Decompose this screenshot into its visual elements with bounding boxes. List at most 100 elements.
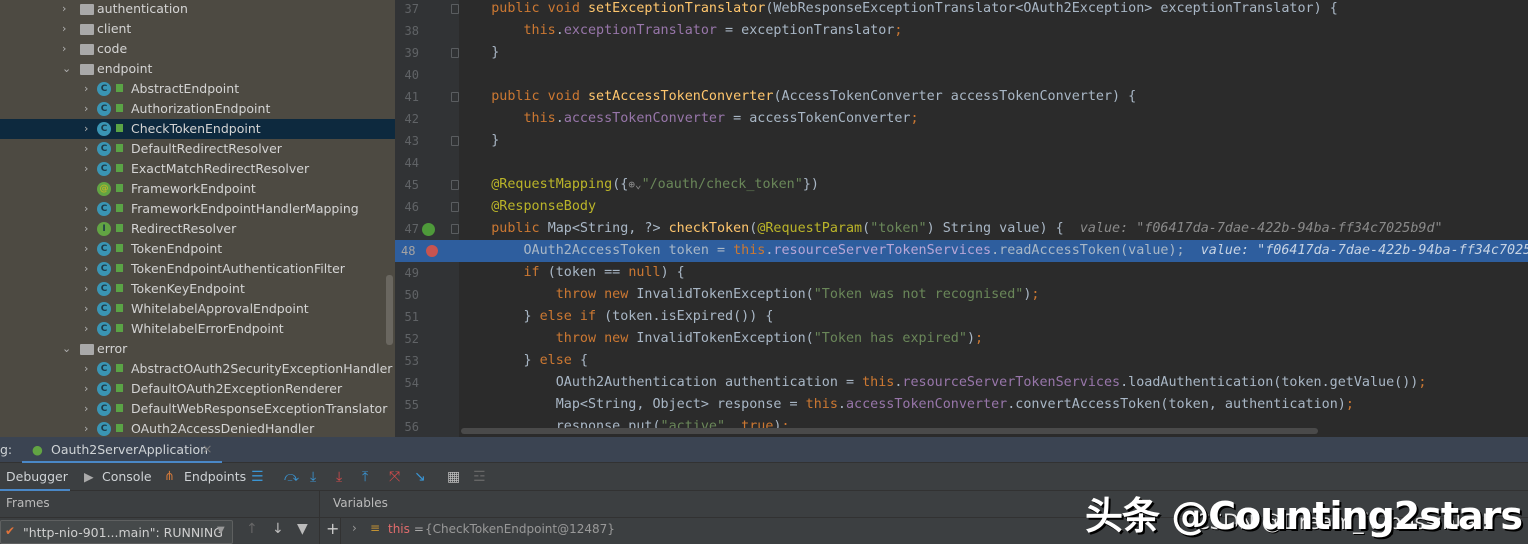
code-line[interactable]: this.exceptionTranslator = exceptionTran… bbox=[459, 20, 1528, 42]
tree-item[interactable]: › C DefaultRedirectResolver bbox=[0, 139, 395, 159]
tree-item[interactable]: › I RedirectResolver bbox=[0, 219, 395, 239]
chevron-right-icon[interactable]: › bbox=[84, 399, 88, 419]
code-line[interactable]: throw new InvalidTokenException("Token w… bbox=[459, 284, 1528, 306]
code-line[interactable]: throw new InvalidTokenException("Token h… bbox=[459, 328, 1528, 350]
chevron-right-icon[interactable]: › bbox=[84, 159, 88, 179]
code-line[interactable]: OAuth2Authentication authentication = th… bbox=[459, 372, 1528, 394]
code-token: { bbox=[579, 353, 588, 368]
chevron-right-icon[interactable]: › bbox=[84, 259, 88, 279]
step-over-icon[interactable]: ⤼ bbox=[284, 469, 299, 485]
code-line[interactable]: public Map<String, ?> checkToken (@Reques… bbox=[459, 218, 1528, 240]
arrow-up-icon[interactable]: ↑ bbox=[246, 521, 258, 537]
chevron-down-icon[interactable]: ⌄ bbox=[62, 59, 71, 79]
code-line[interactable]: this.accessTokenConverter = accessTokenC… bbox=[459, 108, 1528, 130]
run-to-cursor-icon[interactable]: ↘ bbox=[414, 469, 426, 485]
line-number: 39 bbox=[404, 46, 419, 60]
editor-horizontal-scrollbar[interactable] bbox=[461, 428, 1318, 434]
code-line[interactable]: } bbox=[459, 130, 1528, 152]
tree-item[interactable]: › C ExactMatchRedirectResolver bbox=[0, 159, 395, 179]
tree-item[interactable]: @ FrameworkEndpoint bbox=[0, 179, 395, 199]
fold-marker-icon[interactable] bbox=[451, 92, 459, 102]
code-line[interactable]: OAuth2AccessToken token = this.resourceS… bbox=[459, 240, 1528, 262]
tree-item[interactable]: › C FrameworkEndpointHandlerMapping bbox=[0, 199, 395, 219]
chevron-right-icon[interactable]: › bbox=[62, 0, 66, 19]
tree-item[interactable]: › C WhitelabelErrorEndpoint bbox=[0, 319, 395, 339]
tree-item[interactable]: › C WhitelabelApprovalEndpoint bbox=[0, 299, 395, 319]
tree-item[interactable]: › C OAuth2AccessDeniedHandler bbox=[0, 419, 395, 437]
request-mapping-icon[interactable] bbox=[422, 223, 435, 236]
evaluate-expression-icon[interactable]: ▦ bbox=[447, 469, 460, 485]
layout-menu-icon[interactable]: ☰ bbox=[251, 469, 264, 485]
chevron-right-icon[interactable]: › bbox=[84, 99, 88, 119]
fold-marker-icon[interactable] bbox=[451, 180, 459, 190]
filter-icon[interactable]: ▼ bbox=[297, 521, 308, 537]
code-line[interactable]: public void setExceptionTranslator(WebRe… bbox=[459, 0, 1528, 20]
expand-arrow-icon[interactable]: › bbox=[352, 521, 357, 535]
fold-marker-icon[interactable] bbox=[451, 4, 459, 14]
fold-marker-icon[interactable] bbox=[451, 224, 459, 234]
thread-select[interactable]: ✔ "http-nio-901...main": RUNNING ▼ bbox=[0, 520, 233, 544]
tree-scrollbar[interactable] bbox=[386, 275, 393, 345]
chevron-right-icon[interactable]: › bbox=[84, 359, 88, 379]
chevron-right-icon[interactable]: › bbox=[84, 379, 88, 399]
add-watch-icon[interactable]: + bbox=[326, 519, 339, 538]
code-line[interactable]: if (token == null) { bbox=[459, 262, 1528, 284]
chevron-right-icon[interactable]: › bbox=[84, 239, 88, 259]
tree-item[interactable]: › C AuthorizationEndpoint bbox=[0, 99, 395, 119]
session-tab[interactable]: ● Oauth2ServerApplication × bbox=[22, 437, 222, 463]
line-number: 49 bbox=[404, 266, 419, 280]
tree-item[interactable]: › client bbox=[0, 19, 395, 39]
code-line[interactable]: public void setAccessTokenConverter(Acce… bbox=[459, 86, 1528, 108]
chevron-right-icon[interactable]: › bbox=[84, 419, 88, 437]
tree-item[interactable]: › code bbox=[0, 39, 395, 59]
drop-frame-icon[interactable]: ⤧ bbox=[389, 469, 400, 485]
arrow-down-icon[interactable]: ↓ bbox=[272, 521, 284, 537]
chevron-right-icon[interactable]: › bbox=[84, 79, 88, 99]
chevron-right-icon[interactable]: › bbox=[84, 139, 88, 159]
code-line[interactable] bbox=[459, 152, 1528, 174]
tree-item[interactable]: ⌄ endpoint bbox=[0, 59, 395, 79]
tree-item[interactable]: › authentication bbox=[0, 0, 395, 19]
step-into-icon[interactable]: ⤓ bbox=[310, 469, 316, 485]
code-line[interactable]: Map<String, Object> response = this.acce… bbox=[459, 394, 1528, 416]
tree-item[interactable]: › C AbstractOAuth2SecurityExceptionHandler bbox=[0, 359, 395, 379]
chevron-right-icon[interactable]: › bbox=[84, 119, 88, 139]
close-icon[interactable]: × bbox=[202, 441, 212, 456]
tree-item[interactable]: › C TokenKeyEndpoint bbox=[0, 279, 395, 299]
tree-item[interactable]: ⌄ error bbox=[0, 339, 395, 359]
trace-icon[interactable]: ☲ bbox=[473, 469, 486, 485]
code-line[interactable]: } else if (token.isExpired()) { bbox=[459, 306, 1528, 328]
tree-item[interactable]: › C AbstractEndpoint bbox=[0, 79, 395, 99]
tree-item[interactable]: › C CheckTokenEndpoint bbox=[0, 119, 395, 139]
chevron-right-icon[interactable]: › bbox=[84, 299, 88, 319]
chevron-right-icon[interactable]: › bbox=[84, 219, 88, 239]
code-line[interactable]: } else { bbox=[459, 350, 1528, 372]
chevron-right-icon[interactable]: › bbox=[62, 39, 66, 59]
chevron-right-icon[interactable]: › bbox=[84, 279, 88, 299]
tree-item[interactable]: › C TokenEndpoint bbox=[0, 239, 395, 259]
fold-marker-icon[interactable] bbox=[451, 48, 459, 58]
class-icon: C bbox=[97, 102, 111, 116]
fold-marker-icon[interactable] bbox=[451, 202, 459, 212]
tree-item[interactable]: › C DefaultWebResponseExceptionTranslator bbox=[0, 399, 395, 419]
tree-item[interactable]: › C DefaultOAuth2ExceptionRenderer bbox=[0, 379, 395, 399]
fold-marker-icon[interactable] bbox=[451, 136, 459, 146]
tab-console[interactable]: ▶ Console bbox=[84, 463, 154, 491]
variable-row-this[interactable]: › ≡ this = {CheckTokenEndpoint@12487} bbox=[350, 521, 750, 541]
tab-debugger[interactable]: Debugger bbox=[0, 463, 70, 491]
chevron-down-icon[interactable]: ⌄ bbox=[62, 339, 71, 359]
code-line[interactable]: @ResponseBody bbox=[459, 196, 1528, 218]
chevron-right-icon[interactable]: › bbox=[84, 199, 88, 219]
tab-debugger-label: Debugger bbox=[6, 469, 68, 484]
step-out-icon[interactable]: ⤒ bbox=[362, 469, 368, 485]
code-line[interactable]: @RequestMapping({⊕⌄"/oauth/check_token"}… bbox=[459, 174, 1528, 196]
chevron-right-icon[interactable]: › bbox=[62, 19, 66, 39]
breakpoint-icon[interactable] bbox=[426, 245, 438, 257]
tab-endpoints[interactable]: ⋔ Endpoints bbox=[164, 463, 246, 491]
code-editor[interactable]: public void setExceptionTranslator(WebRe… bbox=[459, 0, 1528, 437]
code-line[interactable] bbox=[459, 64, 1528, 86]
chevron-right-icon[interactable]: › bbox=[84, 319, 88, 339]
tree-item[interactable]: › C TokenEndpointAuthenticationFilter bbox=[0, 259, 395, 279]
force-step-into-icon[interactable]: ⤓ bbox=[336, 469, 342, 485]
code-line[interactable]: } bbox=[459, 42, 1528, 64]
